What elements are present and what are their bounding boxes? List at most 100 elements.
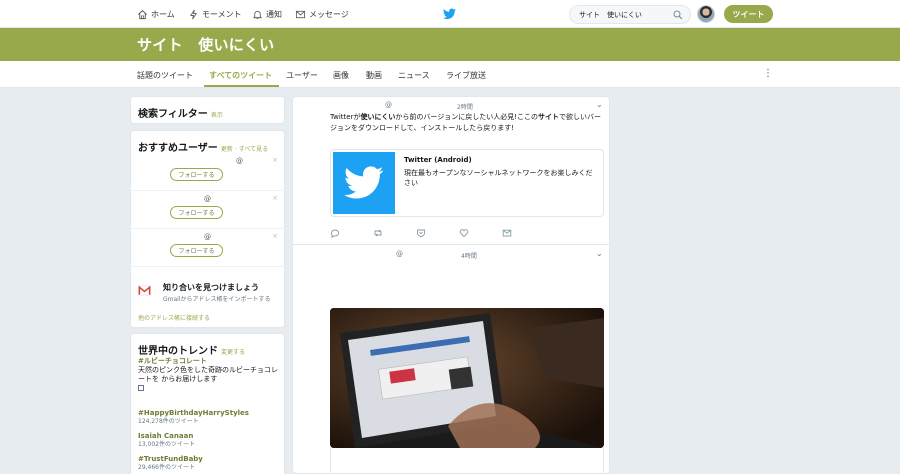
twitter-bird-icon: [344, 166, 384, 199]
user-handle[interactable]: @: [236, 157, 243, 165]
promoted-icon: [138, 385, 144, 391]
tweet-text-highlight: サイト: [538, 113, 560, 121]
retweet-icon[interactable]: [373, 228, 383, 238]
bell-icon: [252, 10, 263, 19]
search-tabs: 話題のツイート すべてのツイート ユーザー 画像 動画 ニュース ライブ放送 ⋮: [0, 61, 900, 88]
tweet-text: Twitterが使いにくいから前のバージョンに戻したい人必見!ここのサイトで欲し…: [330, 112, 604, 134]
trend-count: 13,002件のツイート: [138, 441, 195, 448]
nav-notifications-label: 通知: [266, 9, 282, 19]
link-card[interactable]: Twitter (Android) 現在最もオープンなソーシャルネットワークをお…: [330, 149, 604, 217]
search-box: [569, 5, 691, 24]
reply-icon[interactable]: [330, 228, 340, 238]
nav-home-label: ホーム: [151, 9, 175, 19]
recommended-user: @ × フォローする: [131, 191, 286, 229]
tweet-text-highlight: 使いにくい: [360, 113, 396, 121]
moments-icon: [189, 9, 198, 19]
trend-item[interactable]: #HappyBirthdayHarryStyles 124,278件のツイート: [138, 408, 283, 426]
dismiss-icon[interactable]: ×: [272, 232, 278, 240]
search-filter-title: 検索フィルター 表示: [138, 105, 223, 120]
trend-tag[interactable]: #HappyBirthdayHarryStyles: [138, 408, 283, 418]
gmail-title: 知り合いを見つけましょう: [163, 283, 259, 292]
link-card-thumbnail: [333, 152, 395, 214]
recommended-user: @ × フォローする: [131, 229, 286, 267]
link-card-title: Twitter (Android): [404, 156, 472, 164]
link-card-description: 現在最もオープンなソーシャルネットワークをお楽しみください: [404, 169, 593, 187]
tab-users[interactable]: ユーザー: [286, 70, 318, 81]
tab-videos[interactable]: 動画: [366, 70, 382, 81]
more-options-icon[interactable]: ⋮: [763, 69, 773, 79]
chevron-down-icon[interactable]: ⌄: [596, 249, 603, 258]
tweet-photo[interactable]: [330, 308, 604, 448]
trend-item[interactable]: Isaiah Canaan 13,002件のツイート: [138, 431, 283, 449]
trend-item[interactable]: #TrustFundBaby 29,466件のツイート: [138, 454, 283, 472]
search-filter-heading: 検索フィルター: [138, 109, 208, 120]
heart-icon[interactable]: [459, 228, 469, 238]
dismiss-icon[interactable]: ×: [272, 194, 278, 202]
envelope-icon: [295, 10, 306, 18]
tab-news[interactable]: ニュース: [398, 70, 430, 81]
user-handle[interactable]: @: [204, 233, 211, 241]
tweet-actions: [330, 228, 530, 240]
avatar[interactable]: [697, 5, 715, 23]
tweet-button[interactable]: ツイート: [724, 5, 773, 23]
recommended-users-card: おすすめユーザー 更新 · すべて見る @ × フォローする @ × フォローする @…: [130, 130, 286, 328]
tweet-photo-footer: [330, 446, 604, 473]
gmail-icon: [138, 285, 151, 296]
active-tab-indicator: [204, 85, 279, 87]
trend-count: 29,466件のツイート: [138, 464, 195, 471]
tab-top[interactable]: 話題のツイート: [137, 70, 193, 81]
other-addressbook-link[interactable]: 他のアドレス帳に接続する: [138, 313, 210, 322]
trends-title: 世界中のトレンド 変更する: [138, 342, 245, 357]
search-banner: サイト 使いにくい: [0, 28, 900, 61]
link-separator: ·: [234, 146, 237, 153]
trend-description: 天然のピンク色をした奇跡のルビーチョコレートを からお届けします: [138, 366, 278, 383]
gmail-subtitle[interactable]: Gmailからアドレス帳をインポートする: [163, 294, 271, 303]
top-nav: ホーム モーメント 通知 メッセージ ツイート: [0, 0, 900, 28]
search-filter-card: 検索フィルター 表示: [130, 96, 285, 124]
trend-tag[interactable]: #TrustFundBaby: [138, 454, 283, 464]
twitter-bird-icon[interactable]: [443, 8, 456, 20]
search-filter-show-link[interactable]: 表示: [211, 112, 223, 119]
home-icon: [138, 9, 147, 19]
laptop-photo-illustration: [330, 308, 604, 448]
tweet-text-part: から前のバージョンに戻したい人必見!ここの: [395, 113, 539, 121]
trend-count: 124,278件のツイート: [138, 418, 199, 425]
gmail-import[interactable]: 知り合いを見つけましょう Gmailからアドレス帳をインポートする: [138, 281, 283, 309]
timeline: @ 2時間 ⌄ Twitterが使いにくいから前のバージョンに戻したい人必見!こ…: [292, 96, 610, 474]
tab-latest[interactable]: すべてのツイート: [209, 70, 272, 81]
tweet-divider: [293, 244, 609, 245]
tweet-handle[interactable]: @: [396, 250, 403, 258]
recommended-see-all-link[interactable]: すべて見る: [239, 146, 268, 153]
nav-home[interactable]: ホーム: [137, 7, 175, 21]
tweet-text-part: Twitterが: [330, 113, 361, 121]
tweet-timestamp[interactable]: 2時間: [457, 102, 473, 111]
trends-change-link[interactable]: 変更する: [221, 349, 245, 356]
tab-live[interactable]: ライブ放送: [446, 70, 486, 81]
follow-button[interactable]: フォローする: [170, 168, 223, 181]
search-input[interactable]: [570, 6, 670, 23]
trends-card: 世界中のトレンド 変更する #ルビーチョコレート 天然のピンク色をした奇跡のルビー…: [130, 333, 285, 474]
trend-tag[interactable]: #ルビーチョコレート: [138, 356, 283, 366]
nav-notifications[interactable]: 通知: [252, 7, 282, 21]
nav-moments-label: モーメント: [202, 9, 242, 19]
search-icon[interactable]: [673, 10, 683, 20]
tweet-handle[interactable]: @: [385, 101, 392, 109]
user-handle[interactable]: @: [204, 195, 211, 203]
recommended-user: @ × フォローする: [131, 153, 286, 191]
chevron-down-icon[interactable]: ⌄: [596, 100, 603, 109]
recommended-title: おすすめユーザー 更新 · すべて見る: [138, 139, 268, 154]
recommended-update-link[interactable]: 更新: [221, 146, 233, 153]
page-title: サイト 使いにくい: [137, 36, 275, 54]
pocket-icon[interactable]: [416, 228, 426, 238]
nav-messages[interactable]: メッセージ: [295, 7, 349, 21]
trend-item[interactable]: #ルビーチョコレート 天然のピンク色をした奇跡のルビーチョコレートを からお届け…: [138, 356, 283, 393]
nav-messages-label: メッセージ: [309, 9, 349, 19]
trend-tag[interactable]: Isaiah Canaan: [138, 431, 283, 441]
tweet-timestamp[interactable]: 4時間: [461, 251, 477, 260]
follow-button[interactable]: フォローする: [170, 244, 223, 257]
dm-icon[interactable]: [502, 228, 512, 238]
dismiss-icon[interactable]: ×: [272, 156, 278, 164]
follow-button[interactable]: フォローする: [170, 206, 223, 219]
nav-moments[interactable]: モーメント: [188, 7, 242, 21]
tab-images[interactable]: 画像: [333, 70, 349, 81]
